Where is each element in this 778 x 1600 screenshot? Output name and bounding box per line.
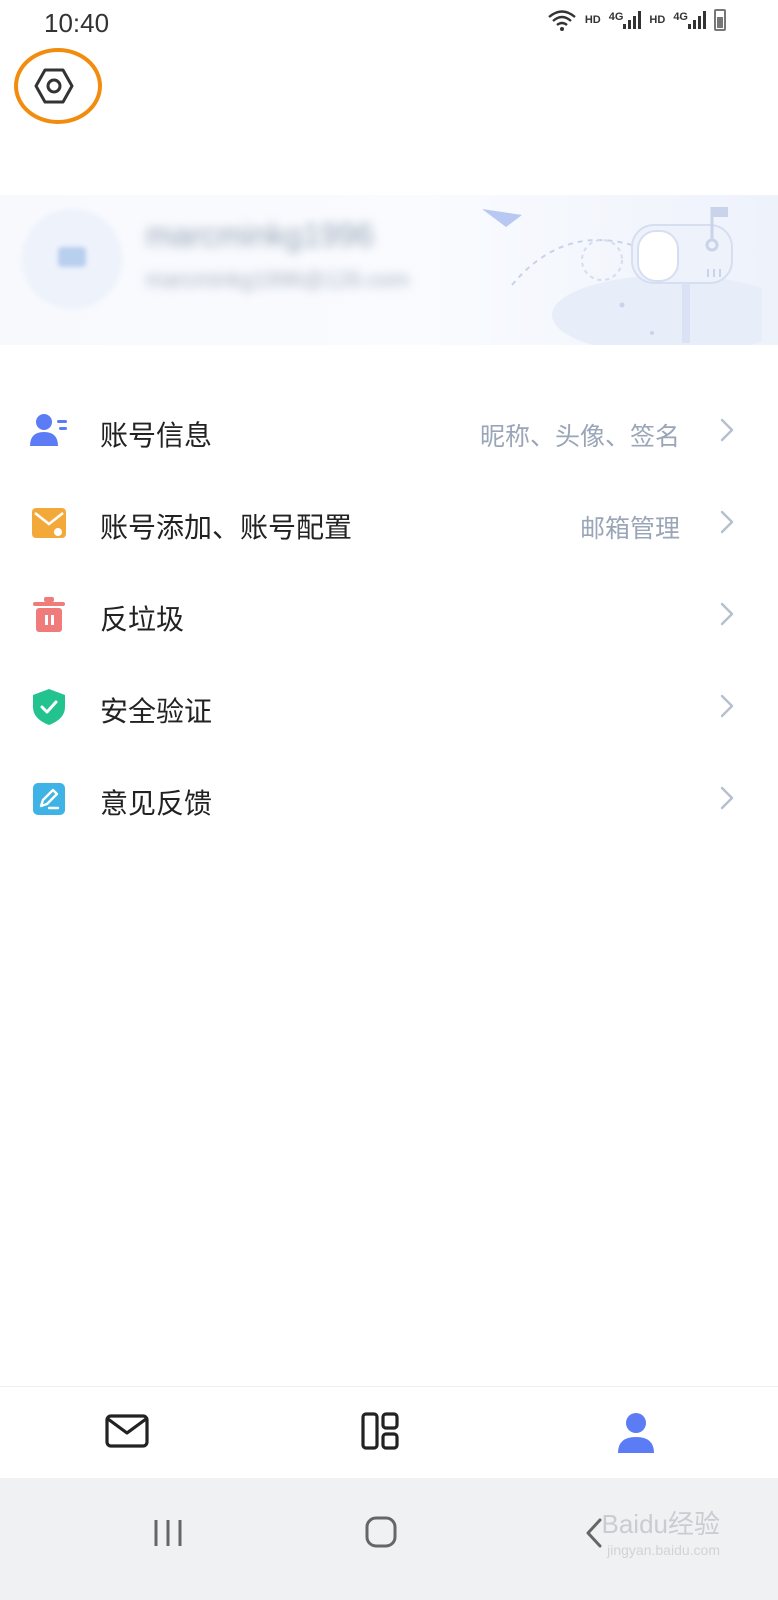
profile-email: marcminkg1996@126.com [146,267,410,292]
status-time: 10:40 [44,8,110,38]
chevron-right-icon [720,418,734,442]
home-button[interactable] [352,1508,412,1558]
apps-grid-icon [361,1412,399,1450]
tab-mail[interactable] [104,1411,154,1457]
home-icon [365,1516,397,1548]
menu-item-label: 反垃圾 [100,603,185,636]
chevron-right-icon [720,510,734,534]
wifi-icon [548,10,576,31]
settings-button[interactable] [14,48,102,124]
status-icons: HD 4G HD 4G [547,8,726,32]
shield-check-icon [33,689,65,725]
watermark-sub: jingyan.baidu.com [607,1542,720,1558]
account-info-icon [30,414,67,446]
signal-icon: 4G [609,11,642,29]
chevron-right-icon [720,786,734,810]
menu-item-label: 账号信息 [100,419,213,452]
bottom-tab-bar [0,1386,778,1479]
tab-apps[interactable] [360,1411,410,1457]
chevron-right-icon [720,602,734,626]
signal-icon: 4G [673,11,706,29]
watermark: Baidu经验 [601,1509,721,1539]
hd-label: HD [584,14,601,26]
recent-apps-icon [154,1520,182,1546]
profile-card[interactable]: marcminkg1996 marcminkg1996@126.com [0,195,778,345]
person-icon [618,1413,654,1453]
menu-item-account-config[interactable]: 账号添加、账号配置 邮箱管理 [0,478,778,570]
profile-name: marcminkg1996 [146,217,374,253]
menu-item-label: 账号添加、账号配置 [100,511,353,544]
battery-icon [714,9,726,31]
hd-label: HD [649,14,666,26]
menu-item-account-info[interactable]: 账号信息 昵称、头像、签名 [0,386,778,478]
settings-menu: 账号信息 昵称、头像、签名 账号添加、账号配置 邮箱管理 反垃圾 安全验证 意见… [0,386,778,846]
status-bar: 10:40 HD 4G HD 4G [0,0,778,48]
recent-apps-button[interactable] [140,1508,200,1558]
menu-item-anti-spam[interactable]: 反垃圾 [0,570,778,662]
menu-item-subtext: 邮箱管理 [579,514,680,543]
feedback-edit-icon [33,783,65,815]
trash-icon [33,597,65,632]
menu-item-feedback[interactable]: 意见反馈 [0,754,778,846]
menu-item-label: 安全验证 [100,695,213,728]
avatar[interactable] [22,209,122,309]
mail-config-icon [32,508,66,538]
tab-me[interactable] [614,1411,664,1457]
mail-icon [105,1414,149,1448]
menu-item-security[interactable]: 安全验证 [0,662,778,754]
system-nav-bar: Baidu经验 jingyan.baidu.com [0,1478,778,1600]
settings-hexagon-icon [34,68,74,104]
menu-item-subtext: 昵称、头像、签名 [479,422,680,451]
mailbox-illustration-icon [482,207,762,345]
chevron-right-icon [720,694,734,718]
menu-item-label: 意见反馈 [100,787,213,820]
